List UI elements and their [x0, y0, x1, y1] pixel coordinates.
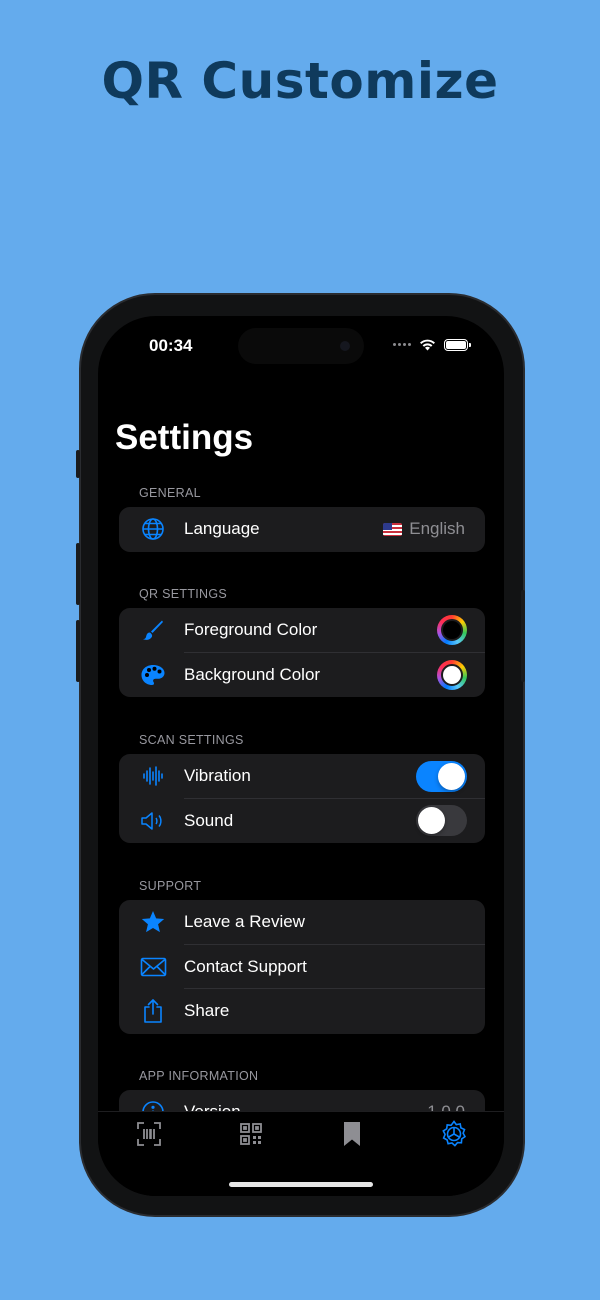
home-indicator [229, 1182, 373, 1187]
language-value: English [383, 519, 465, 539]
group-qr-settings: Foreground Color Background Color [119, 608, 485, 697]
cellular-icon [393, 343, 411, 346]
power-button [521, 590, 525, 682]
share-row[interactable]: Share [119, 989, 485, 1034]
wifi-icon [420, 339, 435, 351]
star-icon [139, 908, 167, 936]
background-color-row[interactable]: Background Color [119, 653, 485, 698]
language-row[interactable]: Language English [119, 507, 485, 552]
tab-settings[interactable] [434, 1118, 474, 1150]
group-support: Leave a Review Contact Support Share [119, 900, 485, 1034]
contact-support-label: Contact Support [184, 956, 307, 976]
gear-icon [442, 1120, 467, 1147]
background-color-label: Background Color [184, 664, 321, 684]
envelope-icon [139, 953, 167, 981]
page-title: Settings [115, 418, 254, 457]
section-header-general: GENERAL [139, 486, 201, 500]
sound-row: Sound [119, 799, 485, 844]
tab-create[interactable] [231, 1118, 271, 1150]
foreground-color-label: Foreground Color [184, 620, 318, 640]
share-label: Share [184, 1001, 230, 1021]
side-button [76, 450, 80, 478]
section-header-qr-settings: QR SETTINGS [139, 587, 228, 601]
tab-saved[interactable] [332, 1118, 372, 1150]
background-color-well[interactable] [437, 659, 467, 690]
sound-label: Sound [184, 810, 234, 830]
language-value-text: English [409, 519, 465, 539]
palette-icon [139, 661, 167, 689]
paintbrush-icon [139, 616, 167, 644]
section-header-scan-settings: SCAN SETTINGS [139, 733, 244, 747]
dynamic-island [238, 328, 364, 364]
foreground-color-well[interactable] [437, 615, 467, 646]
share-icon [139, 997, 167, 1025]
contact-support-row[interactable]: Contact Support [119, 945, 485, 989]
section-header-support: SUPPORT [139, 879, 202, 893]
battery-icon [444, 338, 471, 351]
vibration-row: Vibration [119, 754, 485, 799]
tab-bar [98, 1111, 504, 1196]
section-header-app-information: APP INFORMATION [139, 1069, 259, 1083]
phone-screen: 00:34 Settings GENERAL Language English [98, 316, 504, 1196]
tab-scan[interactable] [129, 1118, 169, 1150]
marketing-headline: QR Customize [101, 52, 499, 110]
globe-icon [139, 515, 167, 543]
camera-icon [340, 341, 350, 351]
qrcode-icon [240, 1123, 262, 1145]
volume-down-button [76, 620, 80, 682]
sound-toggle[interactable] [416, 805, 467, 837]
vibration-label: Vibration [184, 766, 251, 786]
group-scan-settings: Vibration Sound [119, 754, 485, 843]
barcode-scan-icon [137, 1122, 161, 1146]
bookmark-icon [344, 1122, 360, 1146]
status-time: 00:34 [149, 336, 193, 355]
waveform-icon [139, 762, 167, 790]
vibration-toggle[interactable] [416, 760, 467, 792]
foreground-color-row[interactable]: Foreground Color [119, 608, 485, 653]
status-indicators [393, 338, 471, 351]
speaker-icon [139, 807, 167, 835]
language-label: Language [184, 519, 260, 539]
volume-up-button [76, 543, 80, 605]
group-general: Language English [119, 507, 485, 552]
leave-review-row[interactable]: Leave a Review [119, 900, 485, 945]
us-flag-icon [383, 522, 403, 536]
leave-review-label: Leave a Review [184, 912, 305, 932]
